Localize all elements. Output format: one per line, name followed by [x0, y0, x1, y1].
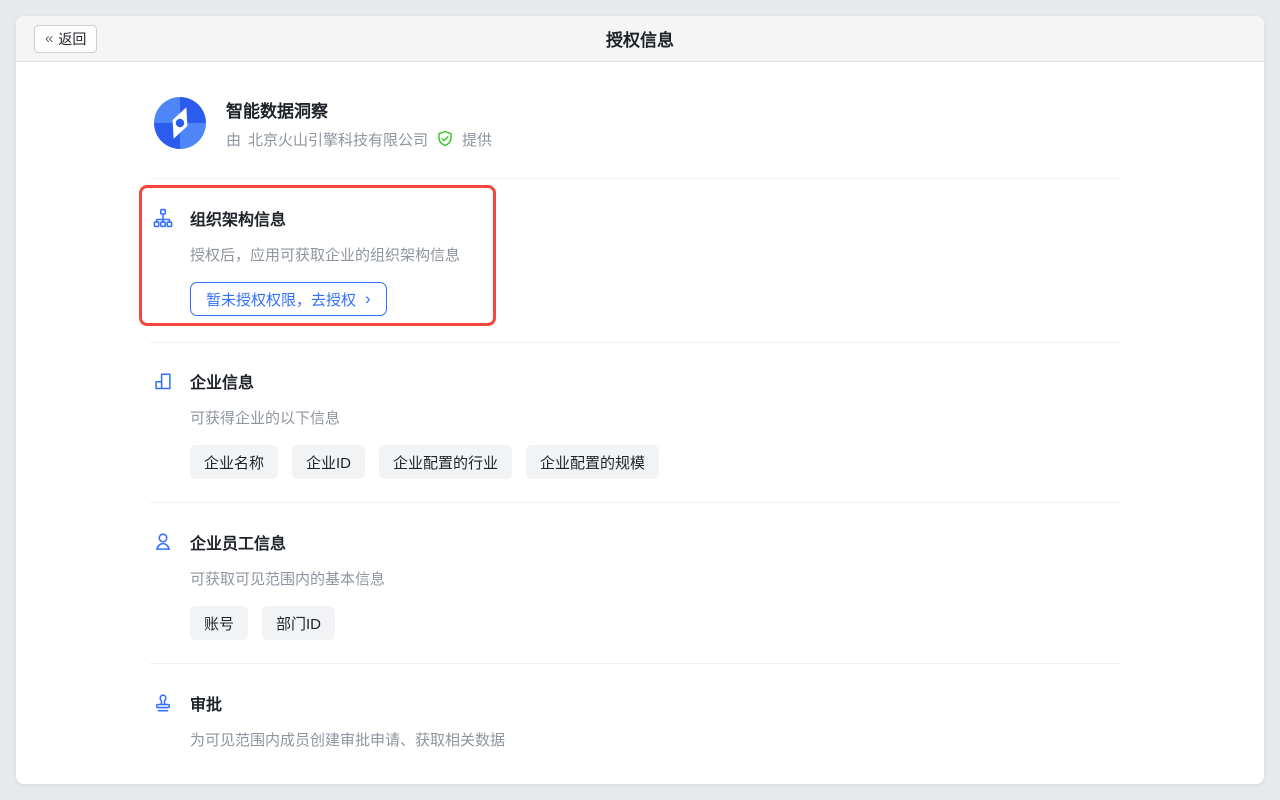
permission-tag: 企业名称: [190, 445, 279, 479]
authorization-panel: « 返回 授权信息 智能数据洞察 由 北京火山引擎科技有限公司 提供 组织架构信…: [16, 16, 1264, 784]
org-chart-icon: [152, 207, 174, 229]
section-company-info: 企业信息 可获得企业的以下信息 企业名称 企业ID 企业配置的行业 企业配置的规…: [150, 343, 1120, 502]
page-title: 授权信息: [606, 31, 674, 50]
back-button-label: 返回: [58, 30, 87, 47]
app-info: 智能数据洞察 由 北京火山引擎科技有限公司 提供: [150, 62, 1120, 151]
person-icon: [152, 531, 174, 553]
permission-tag: 账号: [190, 606, 249, 640]
section-description: 可获得企业的以下信息: [190, 410, 341, 427]
section-title: 组织架构信息: [190, 212, 287, 229]
section-title: 企业信息: [190, 375, 255, 392]
permission-tag: 企业ID: [292, 445, 366, 479]
section-title: 企业员工信息: [190, 536, 287, 553]
app-name: 智能数据洞察: [226, 101, 328, 121]
app-provider-line: 由 北京火山引擎科技有限公司 提供: [226, 129, 492, 150]
section-description: 授权后，应用可获取企业的组织架构信息: [190, 247, 461, 264]
section-approval: 审批 为可见范围内成员创建审批申请、获取相关数据: [150, 664, 1120, 784]
provider-name: 北京火山引擎科技有限公司: [248, 131, 429, 149]
company-icon: [152, 370, 174, 392]
main-content: 智能数据洞察 由 北京火山引擎科技有限公司 提供 组织架构信息 授权后，应用可获…: [16, 62, 1264, 784]
section-org-structure: 组织架构信息 授权后，应用可获取企业的组织架构信息 暂未授权权限，去授权 ›: [139, 179, 1120, 342]
app-logo-compass-icon: [152, 95, 208, 151]
back-button[interactable]: « 返回: [34, 24, 98, 53]
verified-shield-icon: [435, 129, 455, 149]
go-authorize-button[interactable]: 暂未授权权限，去授权 ›: [190, 282, 387, 316]
permission-tag: 部门ID: [262, 606, 336, 640]
back-chevron-icon: «: [45, 30, 54, 47]
stamp-icon: [152, 692, 174, 714]
provider-prefix: 由: [226, 131, 242, 149]
section-description: 可获取可见范围内的基本信息: [190, 571, 386, 588]
section-staff-info: 企业员工信息 可获取可见范围内的基本信息 账号 部门ID: [150, 503, 1120, 663]
permission-tag: 企业配置的行业: [379, 445, 513, 479]
app-identity-text: 智能数据洞察 由 北京火山引擎科技有限公司 提供: [226, 97, 492, 150]
section-description: 为可见范围内成员创建审批申请、获取相关数据: [190, 732, 506, 749]
header-bar: « 返回 授权信息: [16, 16, 1264, 62]
provider-suffix: 提供: [462, 131, 493, 149]
section-title: 审批: [190, 697, 223, 714]
permission-tag: 企业配置的规模: [526, 445, 660, 479]
chevron-right-icon: ›: [365, 289, 371, 308]
go-authorize-label: 暂未授权权限，去授权: [206, 291, 357, 309]
